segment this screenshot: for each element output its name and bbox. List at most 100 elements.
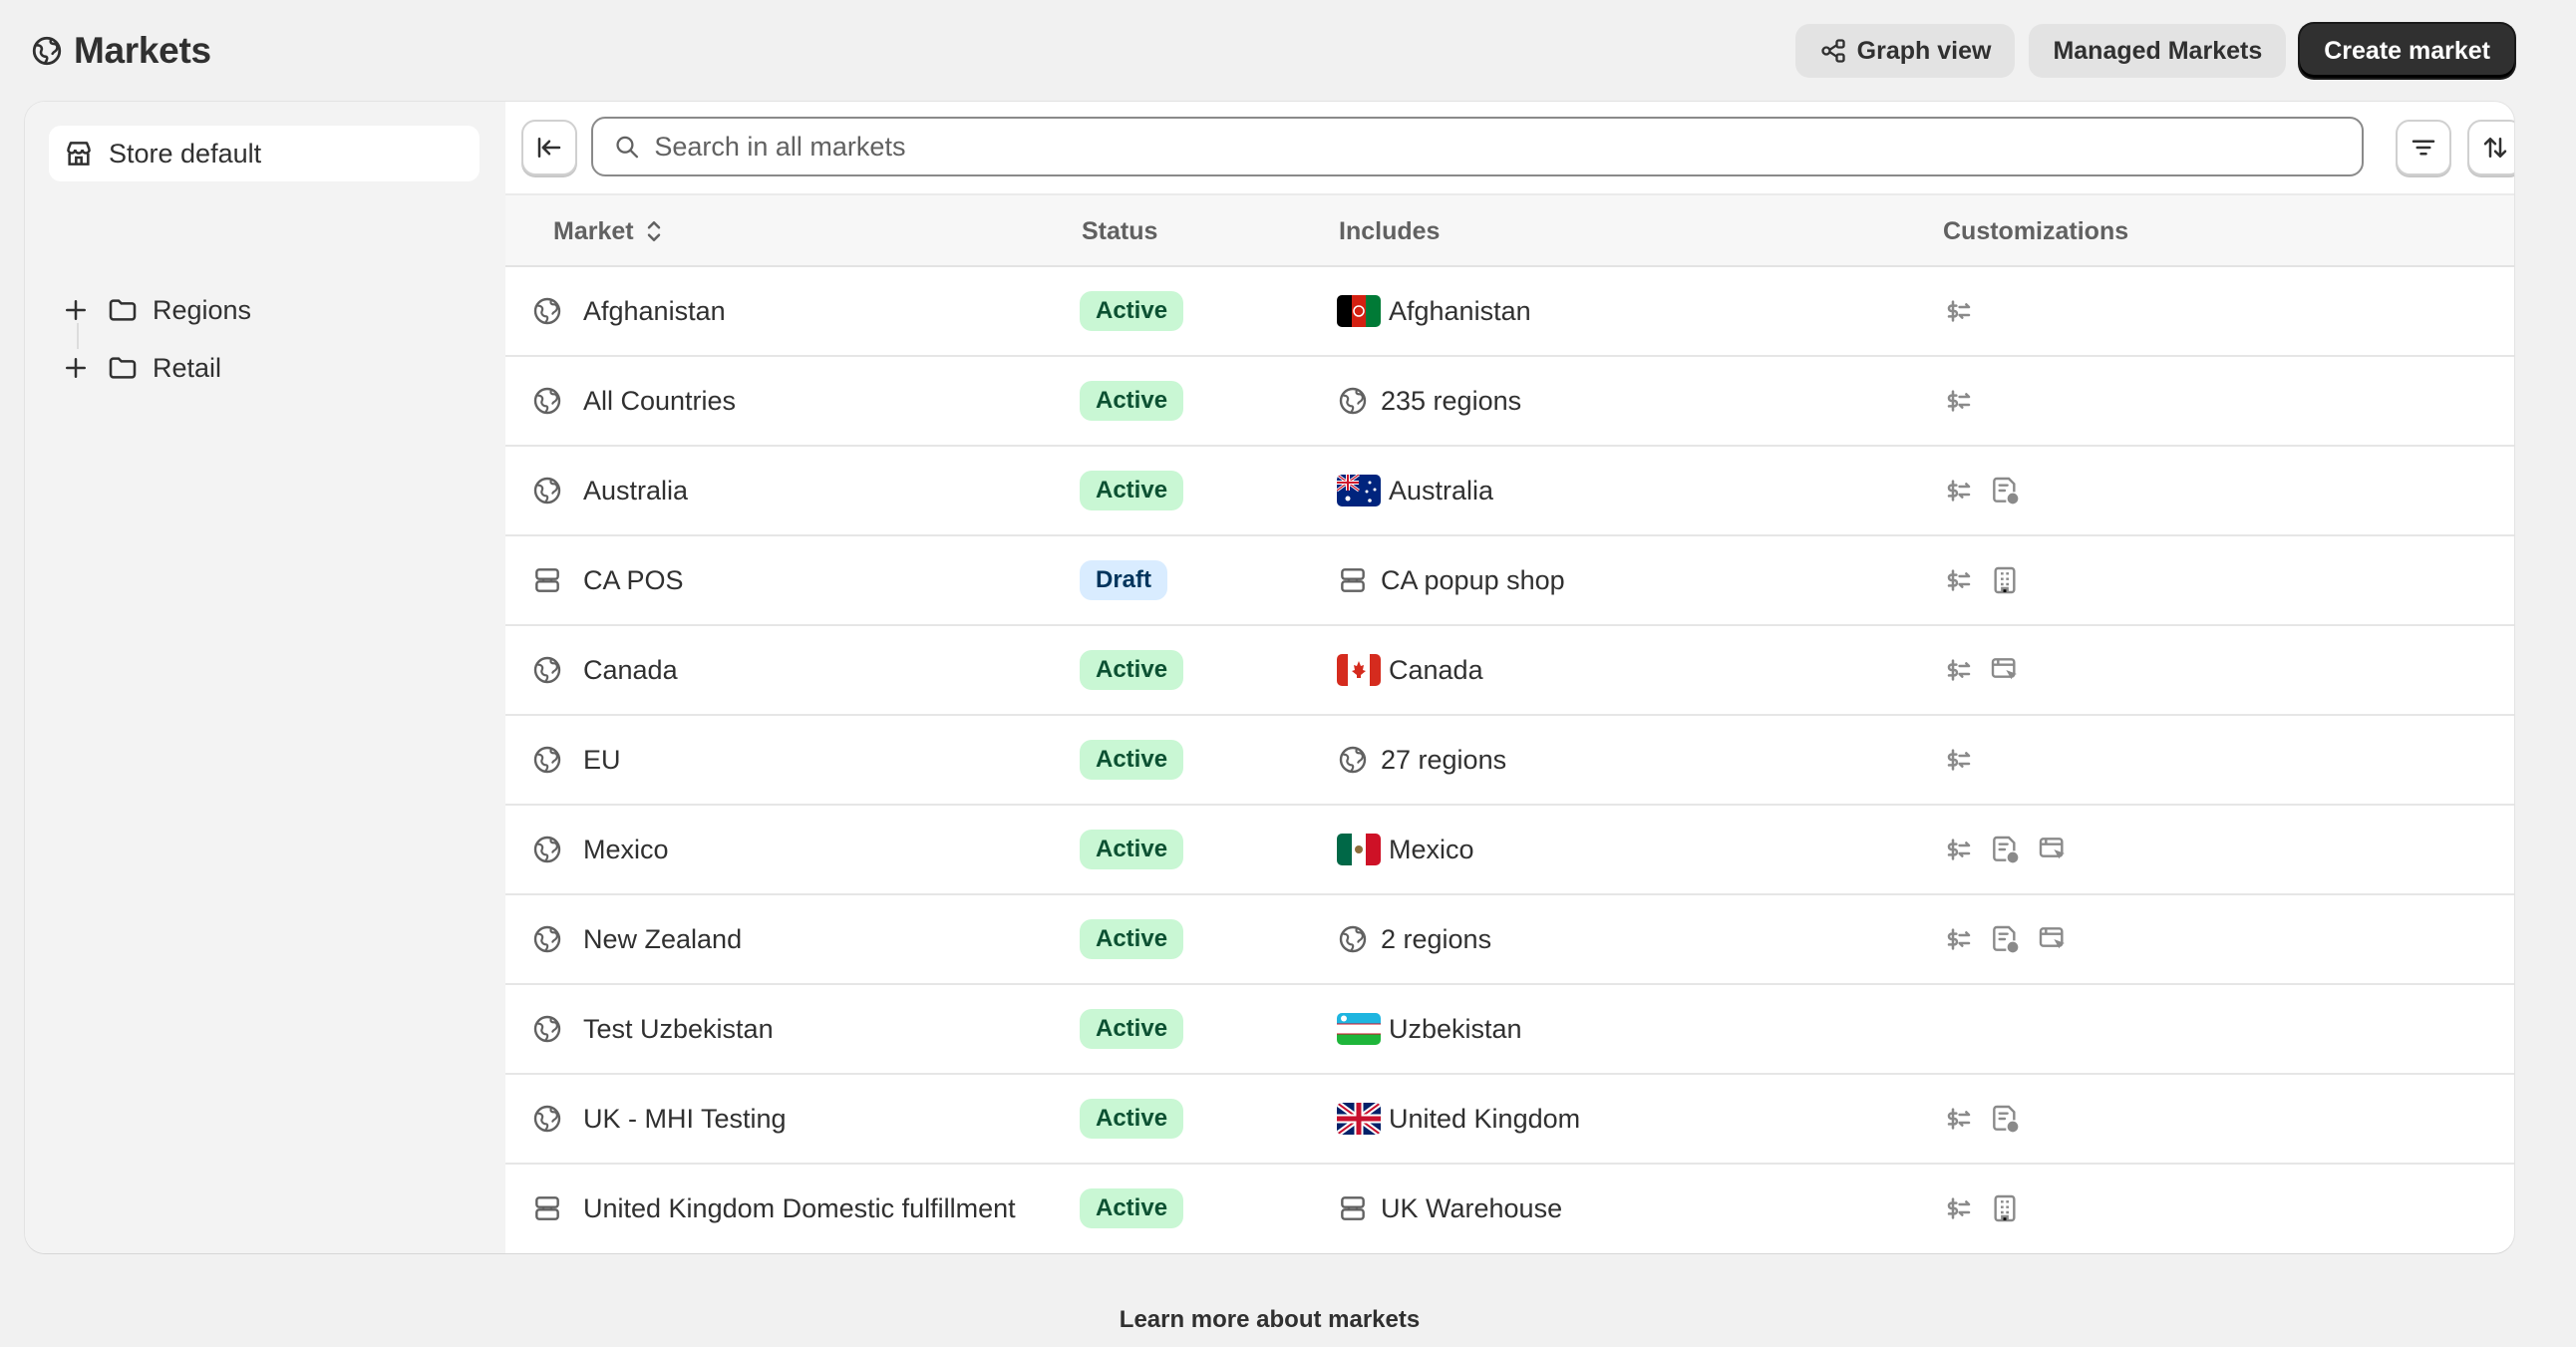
market-cell: Mexico xyxy=(531,806,669,893)
pos-icon xyxy=(531,1192,563,1224)
market-name[interactable]: Mexico xyxy=(583,835,669,865)
market-cell: UK - MHI Testing xyxy=(531,1075,787,1163)
table-row[interactable]: Canada Active Canada xyxy=(505,626,2514,716)
table-row[interactable]: Afghanistan Active Afghanistan xyxy=(505,267,2514,357)
table-row[interactable]: UK - MHI Testing Active United Kingdom xyxy=(505,1075,2514,1165)
status-badge: Active xyxy=(1080,1009,1184,1049)
search-field[interactable] xyxy=(591,117,2364,176)
sidebar-item-store-default[interactable]: Store default xyxy=(49,126,480,181)
column-header-includes: Includes xyxy=(1339,216,1441,245)
market-name[interactable]: New Zealand xyxy=(583,924,742,955)
market-cell: Test Uzbekistan xyxy=(531,985,774,1073)
includes-cell: United Kingdom xyxy=(1337,1075,1580,1163)
includes-label: Uzbekistan xyxy=(1389,1013,1522,1044)
status-badge: Active xyxy=(1080,740,1184,780)
customizations-cell xyxy=(1941,895,2069,983)
includes-label: Mexico xyxy=(1389,834,1474,864)
expand-plus-icon[interactable] xyxy=(61,353,91,383)
markets-table-panel: Market Status Includes Customizations Af… xyxy=(505,102,2514,1253)
sidebar-folder-retail[interactable]: Retail xyxy=(61,343,221,393)
globe-icon xyxy=(1337,744,1369,776)
learn-more-link[interactable]: Learn more about markets xyxy=(0,1306,2539,1334)
market-cell: United Kingdom Domestic fulfillment xyxy=(531,1165,1016,1252)
sidebar-folder-regions[interactable]: Regions xyxy=(61,285,251,335)
market-cell: Canada xyxy=(531,626,678,714)
table-row[interactable]: United Kingdom Domestic fulfillment Activ… xyxy=(505,1165,2514,1253)
search-input[interactable] xyxy=(654,131,2362,163)
status-badge: Active xyxy=(1080,830,1184,869)
collapse-sidebar-button[interactable] xyxy=(521,120,577,175)
includes-cell: Mexico xyxy=(1337,806,1474,893)
includes-cell: 235 regions xyxy=(1337,357,1521,445)
sidebar-folder-label: Regions xyxy=(153,294,252,325)
includes-cell: Canada xyxy=(1337,626,1483,714)
column-header-status: Status xyxy=(1082,216,1158,245)
table-row[interactable]: New Zealand Active 2 regions xyxy=(505,895,2514,985)
status-badge: Active xyxy=(1080,1099,1184,1139)
managed-markets-button[interactable]: Managed Markets xyxy=(2029,24,2287,78)
filter-button[interactable] xyxy=(2396,120,2451,175)
status-cell: Active xyxy=(1080,357,1184,445)
globe-icon xyxy=(531,744,563,776)
create-market-button[interactable]: Create market xyxy=(2300,24,2514,78)
table-row[interactable]: All Countries Active 235 regions xyxy=(505,357,2514,447)
page-heading: Markets xyxy=(74,30,211,71)
status-badge: Active xyxy=(1080,291,1184,331)
status-cell: Active xyxy=(1080,716,1184,804)
customizations-cell xyxy=(1941,1075,2021,1163)
market-name[interactable]: All Countries xyxy=(583,386,736,417)
folder-icon xyxy=(107,294,139,326)
includes-label: Afghanistan xyxy=(1389,295,1531,326)
table-header: Market Status Includes Customizations xyxy=(505,193,2514,267)
flag-ca-icon xyxy=(1337,654,1381,686)
market-cell: EU xyxy=(531,716,621,804)
catalog-icon xyxy=(1989,475,2021,506)
market-name[interactable]: Test Uzbekistan xyxy=(583,1014,774,1045)
customizations-cell xyxy=(1941,267,1973,355)
globe-icon xyxy=(531,385,563,417)
market-name[interactable]: Afghanistan xyxy=(583,296,726,327)
status-cell: Active xyxy=(1080,806,1184,893)
status-cell: Active xyxy=(1080,267,1184,355)
table-row[interactable]: Mexico Active Mexico xyxy=(505,806,2514,895)
expand-plus-icon[interactable] xyxy=(61,295,91,325)
table-row[interactable]: Test Uzbekistan Active Uzbekistan xyxy=(505,985,2514,1075)
market-name[interactable]: United Kingdom Domestic fulfillment xyxy=(583,1193,1016,1224)
market-name[interactable]: Canada xyxy=(583,655,678,686)
storefront-icon xyxy=(2037,834,2069,865)
market-name[interactable]: Australia xyxy=(583,476,688,506)
table-row[interactable]: CA POS Draft CA popup shop xyxy=(505,536,2514,626)
status-cell: Active xyxy=(1080,447,1184,534)
building-icon xyxy=(1989,564,2021,596)
includes-cell: CA popup shop xyxy=(1337,536,1565,624)
market-name[interactable]: UK - MHI Testing xyxy=(583,1104,787,1135)
graph-view-button[interactable]: Graph view xyxy=(1794,24,2016,78)
globe-icon xyxy=(531,654,563,686)
store-icon xyxy=(63,138,95,169)
sidebar-item-label: Store default xyxy=(109,138,262,168)
globe-icon xyxy=(531,1103,563,1135)
includes-label: United Kingdom xyxy=(1389,1103,1581,1134)
globe-icon xyxy=(531,923,563,955)
status-badge: Draft xyxy=(1080,560,1168,600)
sort-chevron-icon xyxy=(647,221,660,241)
pos-icon xyxy=(1337,564,1369,596)
currency-icon xyxy=(1941,475,1973,506)
pos-icon xyxy=(1337,1192,1369,1224)
table-row[interactable]: EU Active 27 regions xyxy=(505,716,2514,806)
building-icon xyxy=(1989,1192,2021,1224)
markets-globe-icon xyxy=(30,34,64,68)
status-cell: Active xyxy=(1080,626,1184,714)
table-row[interactable]: Australia Active Australia xyxy=(505,447,2514,536)
includes-cell: 27 regions xyxy=(1337,716,1506,804)
pos-icon xyxy=(531,564,563,596)
page-title: Markets xyxy=(30,30,211,72)
includes-label: 27 regions xyxy=(1381,744,1507,775)
collapse-left-icon xyxy=(537,138,561,158)
market-name[interactable]: EU xyxy=(583,745,621,776)
market-name[interactable]: CA POS xyxy=(583,565,684,596)
markets-table-body: Afghanistan Active Afghanistan All Countrie… xyxy=(505,267,2514,1253)
sort-button[interactable] xyxy=(2467,120,2514,175)
column-header-market[interactable]: Market xyxy=(553,195,666,267)
globe-icon xyxy=(531,1013,563,1045)
